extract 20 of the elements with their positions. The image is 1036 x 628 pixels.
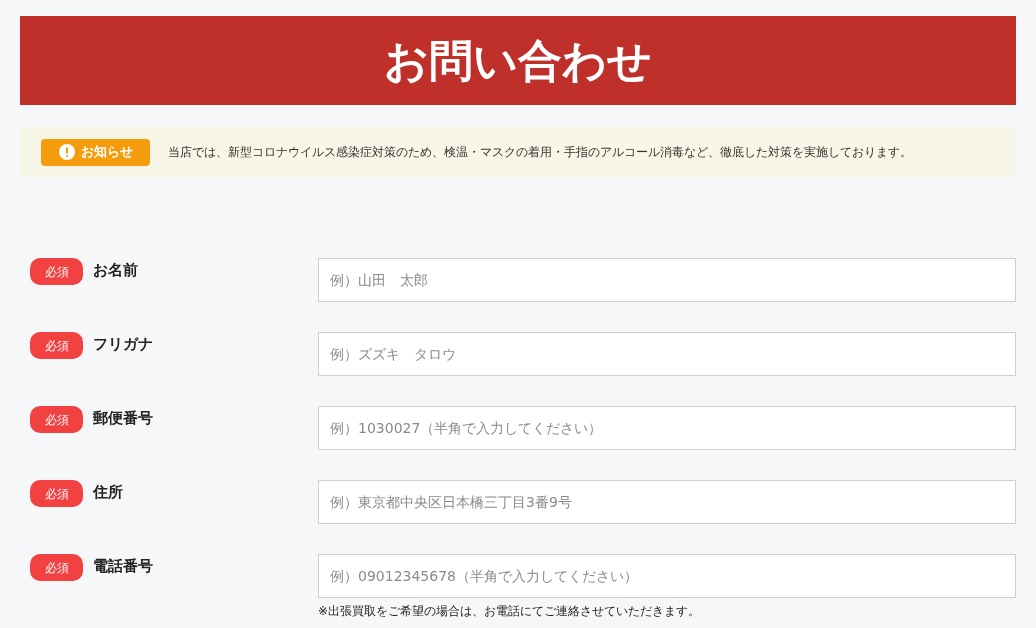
field-label: 郵便番号 [93,408,153,429]
required-badge: 必須 [30,480,83,507]
field-label: 電話番号 [93,556,153,577]
field-label: 住所 [93,482,123,503]
input-field[interactable]: 例）1030027（半角で入力してください） [318,406,1016,450]
required-badge: 必須 [30,554,83,581]
input-field[interactable]: 例）東京都中央区日本橋三丁目3番9号 [318,480,1016,524]
field-note: ※出張買取をご希望の場合は、お電話にてご連絡させていただきます。 [318,603,702,620]
notice-label: お知らせ [80,143,133,162]
input-field[interactable]: 例）山田 太郎 [318,258,1016,302]
required-badge: 必須 [30,258,83,285]
page-title: お問い合わせ [384,38,652,83]
required-badge: 必須 [30,332,83,359]
input-field[interactable]: 例）09012345678（半角で入力してください） [318,554,1016,598]
input-field[interactable]: 例）ズズキ タロウ [318,332,1016,376]
field-label: お名前 [93,260,138,281]
required-badge: 必須 [30,406,83,433]
field-label: フリガナ [93,334,153,355]
exclamation-icon [58,144,75,160]
notice-text: 当店では、新型コロナウイルス感染症対策のため、検温・マスクの着用・手指のアルコール消毒など、徹底した対策を実施しております。 [168,144,912,161]
